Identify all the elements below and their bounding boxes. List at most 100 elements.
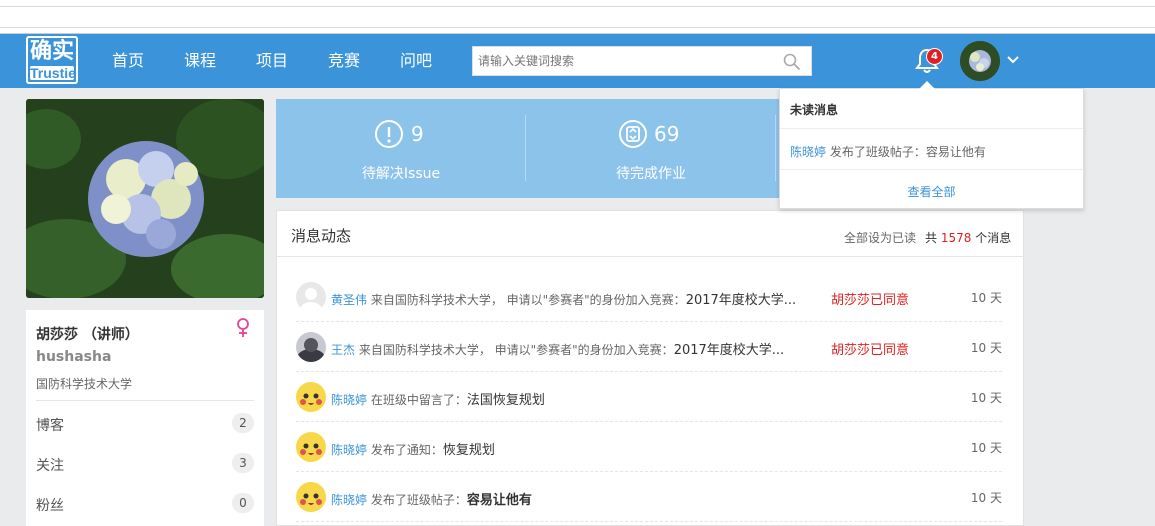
row-count-badge: 3 <box>232 453 254 473</box>
feed-row[interactable]: 王杰 来自国防科学技术大学， 申请以"参赛者"的身份加入竞赛：2017年度校大学… <box>296 322 1002 372</box>
feed-time: 10 天 <box>970 291 1002 305</box>
search-box <box>472 46 812 76</box>
profile-row-blog[interactable]: 博客 2 <box>36 411 254 435</box>
mark-all-read-link[interactable]: 全部设为已读 <box>844 229 916 246</box>
feed-action: 来自国防科学技术大学， 申请以"参赛者"的身份加入竞赛： <box>355 343 674 357</box>
homework-icon <box>619 120 647 148</box>
trustie-logo[interactable]: 确实 Trustie <box>26 36 78 84</box>
feed-text: 王杰 来自国防科学技术大学， 申请以"参赛者"的身份加入竞赛：2017年度校大学… <box>331 339 784 358</box>
search-icon[interactable] <box>783 53 801 71</box>
divider <box>36 400 254 401</box>
feed-user-link[interactable]: 黄圣伟 <box>331 293 367 307</box>
feed-target-link[interactable]: 恢复规划 <box>443 443 495 458</box>
search-input[interactable] <box>473 47 773 75</box>
feed-user-link[interactable]: 陈晓婷 <box>331 443 367 457</box>
feed-action: 发布了通知： <box>367 443 443 457</box>
avatar[interactable] <box>296 332 326 362</box>
feed-text: 陈晓婷 发布了班级帖子：容易让他有 <box>331 489 532 508</box>
nav-forum[interactable]: 问吧 <box>400 34 432 88</box>
avatar[interactable] <box>296 432 326 462</box>
stat-label: 待完成作业 <box>616 166 686 182</box>
feed-time: 10 天 <box>970 441 1002 455</box>
feed-text: 陈晓婷 发布了通知：恢复规划 <box>331 439 495 458</box>
chevron-down-icon[interactable] <box>1006 52 1020 66</box>
notification-badge: 4 <box>926 48 943 65</box>
stat-homework[interactable]: 69 待完成作业 <box>526 99 776 198</box>
row-label: 粉丝 <box>36 498 64 514</box>
browser-chrome <box>0 0 1155 34</box>
profile-row-following[interactable]: 关注 3 <box>36 451 254 475</box>
view-all-link[interactable]: 查看全部 <box>780 183 1083 200</box>
profile-card: 胡莎莎 （讲师） hushasha 国防科学技术大学 博客 2 关注 3 粉丝 … <box>26 310 264 526</box>
divider <box>775 115 776 181</box>
profile-login: hushasha <box>36 349 112 365</box>
logo-en-text: Trustie <box>30 65 76 81</box>
top-navbar: 确实 Trustie 首页 课程 项目 竞赛 问吧 4 <box>0 34 1155 88</box>
avatar[interactable] <box>296 382 326 412</box>
total-prefix: 共 <box>925 231 941 245</box>
nav-contests[interactable]: 竞赛 <box>328 34 360 88</box>
profile-name: 胡莎莎 （讲师） <box>36 327 139 343</box>
feed-row[interactable]: 陈晓婷 在班级中留言了：法国恢复规划 10 天 <box>296 372 1002 422</box>
row-label: 博客 <box>36 418 64 434</box>
message-feed: 消息动态 全部设为已读 共 1578 个消息 黄圣伟 来自国防科学技术大学， 申… <box>276 210 1024 526</box>
avatar-image <box>296 332 326 362</box>
feed-action: 在班级中留言了： <box>367 393 467 407</box>
logo-cn-text: 确实 <box>29 38 74 64</box>
feed-target-link[interactable]: 容易让他有 <box>467 493 532 508</box>
feed-target-link[interactable]: 法国恢复规划 <box>467 393 545 408</box>
divider <box>780 169 1083 170</box>
dropdown-arrow <box>919 81 935 89</box>
feed-row[interactable]: 陈晓婷 发布了班级帖子：容易让他有 10 天 <box>296 472 1002 522</box>
divider <box>780 128 1083 129</box>
feed-target-link[interactable]: 2017年度校大学... <box>674 343 784 358</box>
feed-action: 发布了班级帖子： <box>367 493 467 507</box>
avatar[interactable] <box>296 482 326 512</box>
feed-row[interactable]: 黄圣伟 来自国防科学技术大学， 申请以"参赛者"的身份加入竞赛：2017年度校大… <box>296 272 1002 322</box>
feed-total: 共 1578 个消息 <box>925 229 1011 246</box>
avatar[interactable] <box>296 282 326 312</box>
message-user-link[interactable]: 陈晓婷 <box>790 145 826 159</box>
address-bar[interactable] <box>0 6 1155 28</box>
nav-courses[interactable]: 课程 <box>184 34 216 88</box>
female-icon <box>237 318 249 337</box>
feed-status: 胡莎莎已同意 <box>831 293 910 308</box>
total-count: 1578 <box>940 231 972 245</box>
feed-header: 消息动态 全部设为已读 共 1578 个消息 <box>277 211 1023 257</box>
exclamation-icon <box>375 120 403 148</box>
feed-user-link[interactable]: 陈晓婷 <box>331 493 367 507</box>
total-suffix: 个消息 <box>971 231 1012 245</box>
feed-status: 胡莎莎已同意 <box>831 343 910 358</box>
default-avatar-icon <box>296 282 326 312</box>
profile-photo-image <box>26 99 264 298</box>
pikachu-avatar-image <box>296 432 326 462</box>
feed-time: 10 天 <box>970 391 1002 405</box>
profile-org: 国防科学技术大学 <box>36 377 133 391</box>
avatar-image <box>960 41 1000 81</box>
nav-projects[interactable]: 项目 <box>256 34 288 88</box>
nav-home[interactable]: 首页 <box>112 34 144 88</box>
feed-text: 陈晓婷 在班级中留言了：法国恢复规划 <box>331 389 545 408</box>
feed-time: 10 天 <box>970 341 1002 355</box>
stat-label: 待解决Issue <box>361 166 441 182</box>
feed-user-link[interactable]: 陈晓婷 <box>331 393 367 407</box>
feed-text: 黄圣伟 来自国防科学技术大学， 申请以"参赛者"的身份加入竞赛：2017年度校大… <box>331 289 796 308</box>
row-count-badge: 0 <box>232 493 254 513</box>
message-text: 发布了班级帖子：容易让他有 <box>826 145 986 159</box>
stat-value: 9 <box>411 122 424 146</box>
feed-action: 来自国防科学技术大学， 申请以"参赛者"的身份加入竞赛： <box>367 293 686 307</box>
pikachu-avatar-image <box>296 482 326 512</box>
dropdown-message[interactable]: 陈晓婷 发布了班级帖子：容易让他有 <box>790 143 986 160</box>
feed-row[interactable]: 陈晓婷 发布了通知：恢复规划 10 天 <box>296 422 1002 472</box>
row-count-badge: 2 <box>232 413 254 433</box>
profile-photo[interactable] <box>26 99 264 298</box>
row-label: 关注 <box>36 458 64 474</box>
user-avatar[interactable] <box>960 41 1000 81</box>
unread-messages-dropdown: 未读消息 陈晓婷 发布了班级帖子：容易让他有 查看全部 <box>779 88 1084 209</box>
profile-row-followers[interactable]: 粉丝 0 <box>36 491 254 515</box>
feed-user-link[interactable]: 王杰 <box>331 343 355 357</box>
stat-issues[interactable]: 9 待解决Issue <box>276 99 526 198</box>
feed-target-link[interactable]: 2017年度校大学... <box>686 293 796 308</box>
stat-value: 69 <box>654 122 680 146</box>
dropdown-title: 未读消息 <box>790 103 839 117</box>
